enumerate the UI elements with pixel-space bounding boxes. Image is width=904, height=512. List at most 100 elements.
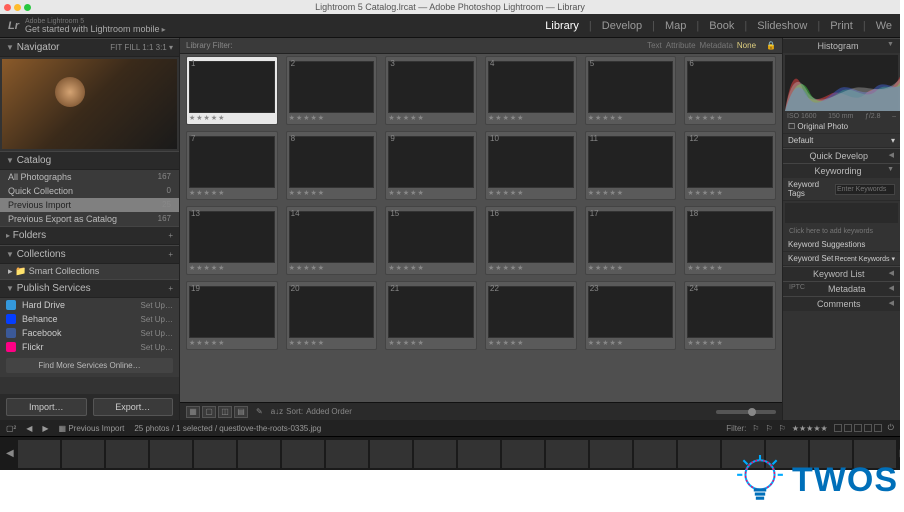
filmstrip-thumb[interactable] — [18, 440, 60, 468]
lock-icon[interactable]: 🔒 — [766, 41, 776, 50]
compare-view-icon[interactable]: ◫ — [218, 406, 232, 418]
filmstrip-thumb[interactable] — [62, 440, 104, 468]
keywordlist-header[interactable]: Keyword List◀ — [783, 266, 900, 281]
window-traffic-lights[interactable] — [4, 4, 31, 11]
rating-stars[interactable]: ★★★★★ — [388, 114, 474, 122]
rating-stars[interactable]: ★★★★★ — [289, 114, 375, 122]
filmstrip-thumb[interactable] — [326, 440, 368, 468]
metadata-header[interactable]: IPTCMetadata◀ — [783, 281, 900, 296]
publish-flickr[interactable]: FlickrSet Up… — [0, 340, 179, 354]
sort-direction-icon[interactable]: a↓z — [271, 407, 283, 416]
export-button[interactable]: Export… — [93, 398, 174, 416]
thumbnail-grid[interactable]: 1★★★★★2★★★★★3★★★★★4★★★★★5★★★★★6★★★★★7★★★… — [180, 54, 782, 402]
thumbnail-cell[interactable]: 13★★★★★ — [186, 206, 278, 275]
module-map[interactable]: Map — [665, 20, 686, 32]
filmstrip-thumb[interactable] — [590, 440, 632, 468]
color-label-filter[interactable] — [834, 424, 882, 432]
second-window-icon[interactable]: ▢² — [6, 424, 16, 433]
module-library[interactable]: Library — [545, 20, 579, 32]
plus-icon[interactable]: + — [168, 231, 173, 240]
thumbnail-cell[interactable]: 14★★★★★ — [286, 206, 378, 275]
filmstrip-thumb[interactable] — [414, 440, 456, 468]
rating-stars[interactable]: ★★★★★ — [488, 339, 574, 347]
thumbnail-cell[interactable]: 2★★★★★ — [286, 56, 378, 125]
catalog-item-all[interactable]: All Photographs167 — [0, 170, 179, 184]
identity-plate[interactable]: Adobe Lightroom 5 Get started with Light… — [25, 18, 166, 34]
rating-stars[interactable]: ★★★★★ — [289, 264, 375, 272]
module-slideshow[interactable]: Slideshow — [757, 20, 807, 32]
publish-behance[interactable]: BehanceSet Up… — [0, 312, 179, 326]
thumbnail-cell[interactable]: 19★★★★★ — [186, 281, 278, 350]
filmstrip-left-arrow[interactable]: ◀ — [4, 448, 16, 459]
find-services-button[interactable]: Find More Services Online… — [6, 358, 173, 373]
keyword-set-row[interactable]: Keyword SetRecent Keywords ▾ — [783, 252, 900, 266]
thumbnail-cell[interactable]: 6★★★★★ — [684, 56, 776, 125]
collections-smart[interactable]: ▸ 📁 Smart Collections — [0, 264, 179, 279]
thumbnail-cell[interactable]: 24★★★★★ — [684, 281, 776, 350]
module-develop[interactable]: Develop — [602, 20, 642, 32]
keyword-input[interactable] — [835, 184, 895, 195]
thumbnail-cell[interactable]: 9★★★★★ — [385, 131, 477, 200]
minimize-icon[interactable] — [14, 4, 21, 11]
rating-stars[interactable]: ★★★★★ — [289, 339, 375, 347]
quickdevelop-header[interactable]: Quick Develop◀ — [783, 148, 900, 163]
keywording-header[interactable]: Keywording▼ — [783, 163, 900, 178]
rating-stars[interactable]: ★★★★★ — [588, 264, 674, 272]
rating-stars[interactable]: ★★★★★ — [588, 339, 674, 347]
rating-stars[interactable]: ★★★★★ — [189, 114, 275, 122]
rating-stars[interactable]: ★★★★★ — [189, 339, 275, 347]
plus-icon[interactable]: + — [168, 284, 173, 293]
rating-stars[interactable]: ★★★★★ — [687, 264, 773, 272]
grid-view-icon[interactable]: ▦ — [186, 406, 200, 418]
rating-stars[interactable]: ★★★★★ — [388, 189, 474, 197]
view-mode-buttons[interactable]: ▦ ▢ ◫ ▤ — [186, 406, 248, 418]
thumbnail-cell[interactable]: 16★★★★★ — [485, 206, 577, 275]
filmstrip-thumb[interactable] — [150, 440, 192, 468]
filmstrip-thumb[interactable] — [634, 440, 676, 468]
filmstrip-thumb[interactable] — [458, 440, 500, 468]
thumbnail-cell[interactable]: 10★★★★★ — [485, 131, 577, 200]
thumbnail-cell[interactable]: 23★★★★★ — [585, 281, 677, 350]
rating-stars[interactable]: ★★★★★ — [488, 264, 574, 272]
navigator-preview[interactable] — [2, 59, 177, 149]
histogram-display[interactable] — [785, 55, 898, 111]
thumbnail-cell[interactable]: 21★★★★★ — [385, 281, 477, 350]
thumbnail-cell[interactable]: 3★★★★★ — [385, 56, 477, 125]
folders-header[interactable]: ▸ Folders + — [0, 226, 179, 245]
publish-harddrive[interactable]: Hard DriveSet Up… — [0, 298, 179, 312]
filmstrip[interactable]: ◀ ▶ — [0, 436, 900, 470]
flag-picked-icon[interactable]: ⚐ — [752, 424, 759, 433]
rating-stars[interactable]: ★★★★★ — [388, 339, 474, 347]
rating-stars[interactable]: ★★★★★ — [488, 114, 574, 122]
comments-header[interactable]: Comments◀ — [783, 296, 900, 311]
thumbnail-cell[interactable]: 1★★★★★ — [186, 56, 278, 125]
rating-stars[interactable]: ★★★★★ — [488, 189, 574, 197]
thumbnail-cell[interactable]: 4★★★★★ — [485, 56, 577, 125]
filmstrip-thumb[interactable] — [810, 440, 852, 468]
filter-tab-none[interactable]: None — [737, 41, 756, 50]
close-icon[interactable] — [4, 4, 11, 11]
filmstrip-thumb[interactable] — [106, 440, 148, 468]
painter-icon[interactable]: ✎ — [256, 407, 263, 416]
thumbnail-cell[interactable]: 15★★★★★ — [385, 206, 477, 275]
loupe-view-icon[interactable]: ▢ — [202, 406, 216, 418]
filter-switch-icon[interactable]: ⏻ — [888, 423, 894, 433]
flag-rejected-icon[interactable]: ⚐ — [779, 424, 786, 433]
publish-header[interactable]: ▼ Publish Services + — [0, 279, 179, 298]
filter-tab-text[interactable]: Text — [647, 41, 662, 50]
catalog-item-previous-export[interactable]: Previous Export as Catalog167 — [0, 212, 179, 226]
rating-stars[interactable]: ★★★★★ — [289, 189, 375, 197]
nav-fwd-icon[interactable]: ▶ — [42, 424, 48, 433]
filmstrip-thumb[interactable] — [238, 440, 280, 468]
thumbnail-cell[interactable]: 22★★★★★ — [485, 281, 577, 350]
filmstrip-thumb[interactable] — [194, 440, 236, 468]
keyword-tags-row[interactable]: Keyword Tags — [783, 178, 900, 201]
filmstrip-thumb[interactable] — [722, 440, 764, 468]
import-button[interactable]: Import… — [6, 398, 87, 416]
filmstrip-thumb[interactable] — [282, 440, 324, 468]
module-book[interactable]: Book — [709, 20, 734, 32]
publish-facebook[interactable]: FacebookSet Up… — [0, 326, 179, 340]
thumbnail-size-slider[interactable] — [716, 410, 776, 414]
thumbnail-cell[interactable]: 8★★★★★ — [286, 131, 378, 200]
filmstrip-thumb[interactable] — [854, 440, 896, 468]
